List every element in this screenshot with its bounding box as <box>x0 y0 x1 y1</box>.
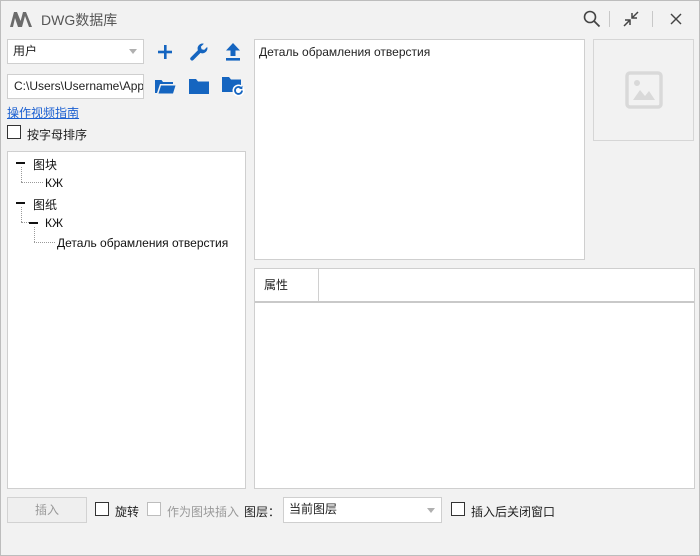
folder-open-icon <box>155 80 176 94</box>
rotate-label: 旋转 <box>115 505 140 519</box>
folder-refresh-icon <box>222 77 245 97</box>
layer-label: 图层： <box>244 505 281 519</box>
plus-icon <box>158 45 172 59</box>
tree-node[interactable]: 图纸 <box>33 196 57 213</box>
description-panel: Деталь обрамления отверстия <box>254 39 585 260</box>
title-bar: DWG数据库 <box>1 1 699 37</box>
chevron-down-icon <box>129 49 137 54</box>
tree-node[interactable]: КЖ <box>45 176 63 190</box>
insert-as-block-label: 作为图块插入 <box>167 505 240 519</box>
layer-select-value: 当前图层 <box>289 502 338 516</box>
add-button[interactable] <box>151 39 179 65</box>
upload-icon <box>226 43 240 61</box>
tree-connector <box>21 182 43 183</box>
tree-collapse-toggle[interactable] <box>16 162 25 164</box>
rotate-checkbox[interactable] <box>95 502 109 516</box>
tree-connector <box>34 242 55 243</box>
close-icon <box>670 13 682 25</box>
collapse-button[interactable] <box>618 7 644 31</box>
library-tree[interactable]: 图块 КЖ 图纸 КЖ Деталь обрамления отверстия <box>7 151 246 489</box>
insert-button[interactable]: 插入 <box>7 497 87 523</box>
title-separator <box>609 11 610 27</box>
image-placeholder-icon <box>624 71 663 109</box>
title-separator <box>652 11 653 27</box>
path-input[interactable]: C:\Users\Username\AppData <box>7 74 144 99</box>
insert-as-block-checkbox[interactable] <box>147 502 161 516</box>
tree-collapse-toggle[interactable] <box>16 202 25 204</box>
search-icon <box>583 10 601 28</box>
tree-connector <box>21 207 22 222</box>
tree-connector <box>21 167 22 182</box>
chevron-down-icon <box>427 508 435 513</box>
properties-grid[interactable]: 属性 <box>254 268 695 489</box>
window-title: DWG数据库 <box>41 12 118 28</box>
folder-button[interactable] <box>185 73 213 99</box>
tree-connector <box>34 227 35 242</box>
close-after-insert-checkbox[interactable] <box>451 502 465 516</box>
properties-header: 属性 <box>255 269 694 303</box>
tree-node[interactable]: Деталь обрамления отверстия <box>57 236 228 250</box>
folder-icon <box>189 79 209 94</box>
close-after-insert-label: 插入后关闭窗口 <box>471 505 556 519</box>
user-select[interactable]: 用户 <box>7 39 144 64</box>
upload-button[interactable] <box>219 39 247 65</box>
tree-connector <box>21 222 29 223</box>
dwg-database-window: DWG数据库 用户 C:\Users\Username\App 操作视频指南 按… <box>0 0 700 556</box>
sort-alphabetical-checkbox[interactable] <box>7 125 21 139</box>
description-text: Деталь обрамления отверстия <box>259 45 431 59</box>
user-select-value: 用户 <box>13 44 38 58</box>
refresh-folder-button[interactable] <box>219 73 247 99</box>
properties-column-header[interactable]: 属性 <box>255 269 319 301</box>
tree-node[interactable]: КЖ <box>45 216 63 230</box>
layer-select[interactable]: 当前图层 <box>283 497 442 523</box>
close-button[interactable] <box>663 7 689 31</box>
tree-collapse-toggle[interactable] <box>29 222 38 224</box>
wrench-icon <box>190 43 208 61</box>
tree-node[interactable]: 图块 <box>33 156 57 173</box>
collapse-icon <box>623 11 639 27</box>
preview-panel <box>593 39 694 141</box>
settings-button[interactable] <box>185 39 213 65</box>
sort-alphabetical-label: 按字母排序 <box>27 128 88 142</box>
app-logo <box>10 12 32 27</box>
video-guide-link[interactable]: 操作视频指南 <box>7 104 79 121</box>
open-folder-button[interactable] <box>151 73 179 99</box>
search-button[interactable] <box>579 7 605 31</box>
